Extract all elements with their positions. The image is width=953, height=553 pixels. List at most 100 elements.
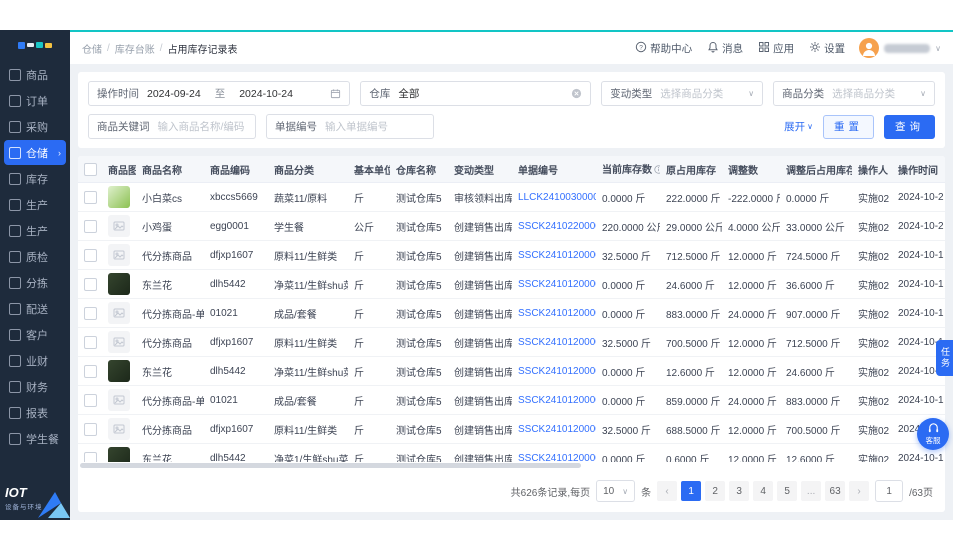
customer-service-button[interactable]: 客服 <box>917 418 949 450</box>
sidebar-item-goods[interactable]: 商品 <box>4 62 66 87</box>
product-image[interactable] <box>108 244 130 266</box>
sidebar-item-warehouse[interactable]: 仓储 › <box>4 140 66 165</box>
cell-op: 实施02 <box>852 240 892 270</box>
row-checkbox[interactable] <box>84 190 97 204</box>
page-button-63[interactable]: 63 <box>825 481 846 501</box>
cell-after: 724.5000 斤 <box>780 240 852 270</box>
row-checkbox[interactable] <box>84 422 97 436</box>
apps-action[interactable]: 应用 <box>758 41 794 56</box>
doc-link[interactable]: SSCK24101200003 <box>518 279 596 290</box>
sidebar-item-bizfinance[interactable]: 业财 <box>4 348 66 373</box>
task-float-tab[interactable]: 任务 <box>936 340 953 376</box>
sidebar-item-customers[interactable]: 客户 <box>4 322 66 347</box>
page-button-1[interactable]: 1 <box>681 481 702 501</box>
settings-action[interactable]: 设置 <box>809 41 845 56</box>
row-checkbox[interactable] <box>84 364 97 378</box>
row-checkbox[interactable] <box>84 393 97 407</box>
sidebar-item-sorting[interactable]: 分拣 <box>4 270 66 295</box>
prev-page-button[interactable]: ‹ <box>657 481 678 501</box>
horizontal-scrollbar[interactable] <box>78 462 945 472</box>
sidebar-item-quality[interactable]: 质检 <box>4 244 66 269</box>
report-icon <box>9 406 21 419</box>
change-type-placeholder: 选择商品分类 <box>660 88 724 100</box>
keyword-placeholder: 输入商品名称/编码 <box>157 121 245 133</box>
sidebar-item-label: 质检 <box>26 251 48 264</box>
sidebar-item-delivery[interactable]: 配送 <box>4 296 66 321</box>
help-icon: ? <box>635 41 647 56</box>
page-ellipsis[interactable]: ... <box>801 481 822 501</box>
reset-button[interactable]: 重置 <box>823 114 874 139</box>
row-checkbox[interactable] <box>84 277 97 291</box>
change-type-select[interactable]: 变动类型 选择商品分类 ∨ <box>601 81 764 106</box>
page-button-5[interactable]: 5 <box>777 481 798 501</box>
category-select[interactable]: 商品分类 选择商品分类 ∨ <box>773 81 935 106</box>
doc-link[interactable]: SSCK24101200002 <box>518 395 596 406</box>
scrollbar-thumb[interactable] <box>80 463 581 468</box>
product-image[interactable] <box>108 215 130 237</box>
doc-link[interactable]: SSCK24102200001 <box>518 221 596 232</box>
sidebar-item-purchase[interactable]: 采购 <box>4 114 66 139</box>
help-action[interactable]: ? 帮助中心 <box>635 41 692 56</box>
sidebar-item-label: 学生餐 <box>26 433 59 446</box>
doc-link[interactable]: SSCK24101200001 <box>518 453 596 463</box>
cell-op: 实施02 <box>852 414 892 444</box>
sidebar-item-studentmeal[interactable]: 学生餐 <box>4 426 66 451</box>
doc-link[interactable]: SSCK24101200002 <box>518 366 596 377</box>
breadcrumb: 仓储 / 库存台账 / 占用库存记录表 <box>82 41 238 56</box>
clear-icon[interactable] <box>571 88 582 99</box>
page-jump-input[interactable]: 1 <box>875 480 904 502</box>
sidebar-item-orders[interactable]: 订单 <box>4 88 66 113</box>
chevron-down-icon: ∨ <box>935 43 941 53</box>
product-image[interactable] <box>108 186 130 208</box>
product-image[interactable] <box>108 360 130 382</box>
page-button-3[interactable]: 3 <box>729 481 750 501</box>
sidebar-item-inventory[interactable]: 库存 <box>4 166 66 191</box>
doc-link[interactable]: SSCK24101200004 <box>518 250 596 261</box>
keyword-input[interactable]: 商品关键词 输入商品名称/编码 <box>88 114 256 139</box>
app-logo[interactable] <box>0 30 70 60</box>
row-checkbox[interactable] <box>84 451 97 462</box>
doc-link[interactable]: SSCK24101200003 <box>518 308 596 319</box>
column-header: 商品编码 <box>204 156 268 183</box>
next-page-button[interactable]: › <box>849 481 870 501</box>
select-all-checkbox[interactable] <box>84 162 97 176</box>
page-button-2[interactable]: 2 <box>705 481 726 501</box>
product-image[interactable] <box>108 418 130 440</box>
doc-link[interactable]: SSCK24101200002 <box>518 424 596 435</box>
table-row: 代分拣商品 dfjxp1607 原料11/生鲜类斤测试仓库5 创建销售出库 SSCK24… <box>78 240 945 270</box>
product-image[interactable] <box>108 389 130 411</box>
product-image[interactable] <box>108 302 130 324</box>
column-header: 商品分类 <box>268 156 348 183</box>
row-checkbox[interactable] <box>84 219 97 233</box>
sidebar-item-production2[interactable]: 生产 <box>4 218 66 243</box>
doc-link[interactable]: SSCK24101200003 <box>518 337 596 348</box>
cell-doc: SSCK24101200003 <box>512 327 596 357</box>
warehouse-select[interactable]: 仓库 全部 <box>360 81 592 106</box>
breadcrumb-item[interactable]: 仓储 <box>82 41 102 56</box>
expand-toggle[interactable]: 展开 ∨ <box>784 119 813 134</box>
sidebar-item-reports[interactable]: 报表 <box>4 400 66 425</box>
delivery-icon <box>9 302 21 315</box>
page-size-select[interactable]: 10 ∨ <box>596 480 636 502</box>
row-checkbox[interactable] <box>84 248 97 262</box>
headset-icon <box>928 423 938 433</box>
product-image[interactable] <box>108 447 130 462</box>
row-checkbox[interactable] <box>84 306 97 320</box>
purchase-icon <box>9 120 21 133</box>
product-image[interactable] <box>108 331 130 353</box>
table-scroll-area[interactable]: 商品图片商品名称商品编码商品分类基本单位仓库名称变动类型单据编号当前库存数原占用… <box>78 156 945 462</box>
doc-link[interactable]: LLCK24100300001 <box>518 192 596 203</box>
search-button[interactable]: 查询 <box>884 114 935 139</box>
cell-time: 2024-10-1 <box>892 269 945 299</box>
message-action[interactable]: 消息 <box>707 41 743 56</box>
sidebar-item-production1[interactable]: 生产 <box>4 192 66 217</box>
user-menu[interactable]: ∨ <box>859 38 941 58</box>
page-button-4[interactable]: 4 <box>753 481 774 501</box>
docno-input[interactable]: 单据编号 输入单据编号 <box>266 114 434 139</box>
sidebar-item-finance[interactable]: 财务 <box>4 374 66 399</box>
row-checkbox[interactable] <box>84 335 97 349</box>
breadcrumb-item[interactable]: 库存台账 <box>115 41 155 56</box>
product-image[interactable] <box>108 273 130 295</box>
date-range-picker[interactable]: 操作时间 2024-09-24 至 2024-10-24 <box>88 81 351 106</box>
iot-logo: IOT 设备与环境 <box>0 476 70 520</box>
